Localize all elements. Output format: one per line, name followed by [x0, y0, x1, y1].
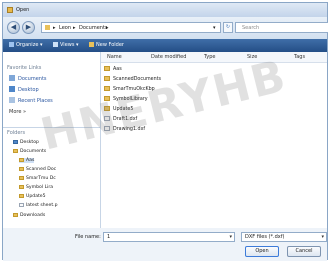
address-dropdown-icon[interactable]: ▾	[213, 25, 216, 31]
organize-icon	[9, 42, 14, 47]
title-bar: Open	[3, 3, 327, 17]
tree-item-documents[interactable]: Documents	[13, 149, 46, 154]
favorite-documents[interactable]: Documents	[9, 75, 47, 82]
folder-icon	[19, 176, 24, 180]
search-input[interactable]: Search	[235, 22, 328, 33]
file-row-scanned-documents[interactable]: ScannedDocuments	[104, 76, 161, 82]
breadcrumb-separator: ▸	[53, 25, 56, 31]
navigation-pane: Favorite Links Documents Desktop Recent …	[3, 52, 103, 228]
file-list: Name Date modified Type Size Tags Aas Sc…	[101, 52, 327, 228]
file-row-aas[interactable]: Aas	[104, 66, 122, 72]
column-size[interactable]: Size	[247, 54, 257, 60]
folder-icon	[45, 25, 50, 30]
folder-icon	[104, 86, 110, 91]
favorite-recent-places[interactable]: Recent Places	[9, 97, 53, 104]
chevron-down-icon[interactable]: ▾	[229, 233, 232, 241]
file-icon	[104, 116, 110, 121]
file-icon	[19, 203, 24, 207]
back-button[interactable]: ◀	[7, 21, 20, 34]
window-title: Open	[16, 7, 30, 13]
new-folder-icon	[89, 42, 94, 47]
folder-icon	[19, 194, 24, 198]
refresh-button[interactable]: ↻	[223, 22, 233, 33]
breadcrumb-separator: ▸	[73, 25, 76, 31]
open-dialog: Open ◀ ▶ ▸ Leon ▸ Documents ▸ ▾ ↻ Search…	[2, 2, 328, 261]
folder-icon	[104, 76, 110, 81]
tree-item-scanned[interactable]: Scanned Doc	[19, 167, 56, 172]
refresh-icon: ↻	[225, 24, 231, 30]
cancel-button[interactable]: Cancel	[287, 246, 321, 257]
file-icon	[104, 126, 110, 131]
desktop-icon	[9, 86, 15, 92]
column-date-modified[interactable]: Date modified	[151, 54, 186, 60]
folders-heading[interactable]: Folders	[3, 127, 103, 136]
file-row-draft1[interactable]: Draft1.dxf	[104, 116, 137, 122]
filename-value: 1	[107, 234, 111, 240]
tree-item-symbol[interactable]: Symbol Lira	[19, 185, 53, 190]
folder-icon	[7, 7, 13, 13]
folder-icon	[19, 185, 24, 189]
file-row-smartmu[interactable]: SmarTmuOkcKbp	[104, 86, 155, 92]
favorite-desktop[interactable]: Desktop	[9, 86, 39, 93]
open-button[interactable]: Open	[245, 246, 279, 257]
column-tags[interactable]: Tags	[294, 54, 305, 60]
forward-button[interactable]: ▶	[22, 21, 35, 34]
file-row-drawing1[interactable]: Drawing1.dxf	[104, 126, 145, 132]
tree-item-smartmu[interactable]: SmarTmu Dc	[19, 176, 56, 181]
tree-item-desktop[interactable]: Desktop	[13, 140, 39, 145]
tree-item-aas[interactable]: Aas	[19, 158, 35, 163]
column-header-row: Name Date modified Type Size Tags	[101, 52, 327, 63]
folder-icon	[104, 106, 110, 111]
arrow-left-icon: ◀	[10, 23, 17, 31]
folder-icon	[104, 96, 110, 101]
chevron-down-icon[interactable]: ▾	[321, 233, 324, 241]
address-row: ◀ ▶ ▸ Leon ▸ Documents ▸ ▾ ↻ Search	[3, 17, 328, 39]
breadcrumb-documents[interactable]: Documents	[79, 25, 108, 31]
arrow-right-icon: ▶	[25, 23, 32, 31]
folder-icon	[104, 66, 110, 71]
filetype-value: DXF files (*.dxf)	[245, 234, 285, 240]
new-folder-button[interactable]: New Folder	[89, 42, 124, 48]
tree-item-update5[interactable]: Update5	[19, 194, 46, 199]
tree-item-downloads[interactable]: Downloads	[13, 213, 45, 218]
views-icon	[53, 42, 58, 47]
filetype-select[interactable]: DXF files (*.dxf) ▾	[241, 232, 327, 242]
breadcrumb-leon[interactable]: Leon	[59, 25, 71, 31]
desktop-icon	[13, 140, 18, 144]
filename-label: File name:	[75, 234, 101, 240]
tree-item-latest-sheet[interactable]: latest sheet.p	[19, 203, 58, 208]
filename-input[interactable]: 1 ▾	[103, 232, 235, 242]
folder-icon	[13, 149, 18, 153]
file-row-symbol-library[interactable]: SymbolLibrary	[104, 96, 148, 102]
documents-icon	[9, 75, 15, 81]
breadcrumb-separator: ▸	[106, 25, 109, 31]
favorite-links-heading: Favorite Links	[7, 65, 42, 71]
favorite-more[interactable]: More »	[9, 109, 26, 115]
dialog-footer: File name: 1 ▾ DXF files (*.dxf) ▾ Open …	[3, 228, 327, 261]
search-placeholder: Search	[242, 25, 260, 31]
file-row-update5[interactable]: Update5	[104, 106, 133, 112]
column-type[interactable]: Type	[204, 54, 215, 60]
organize-button[interactable]: Organize ▾	[9, 42, 43, 48]
command-toolbar: Organize ▾ Views ▾ New Folder	[3, 39, 327, 52]
recent-places-icon	[9, 97, 15, 103]
folder-icon	[19, 167, 24, 171]
views-button[interactable]: Views ▾	[53, 42, 79, 48]
column-name[interactable]: Name	[107, 54, 122, 60]
folder-icon	[13, 213, 18, 217]
address-bar[interactable]: ▸ Leon ▸ Documents ▸ ▾	[41, 22, 221, 33]
folder-icon	[19, 158, 24, 162]
